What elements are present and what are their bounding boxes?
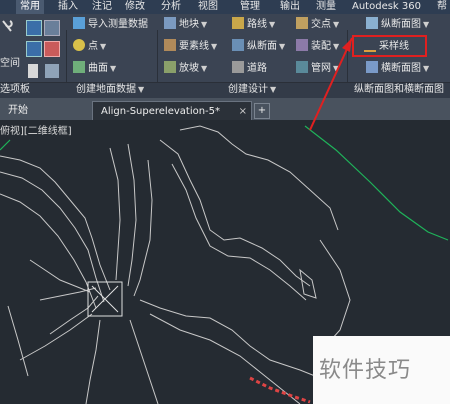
- viewport-label[interactable]: 俯视][二维线框]: [0, 122, 72, 137]
- watermark-text: 软件技巧: [319, 358, 412, 383]
- watermark: 软件技巧: [313, 336, 450, 404]
- arrow-annotation: [309, 37, 353, 131]
